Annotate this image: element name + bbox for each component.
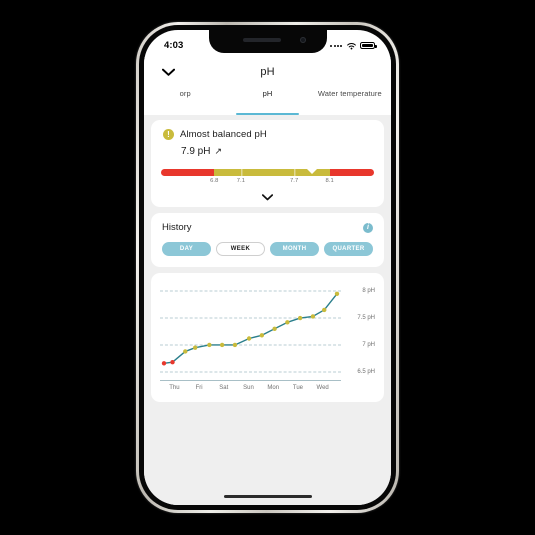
chart-data-point[interactable]	[207, 342, 212, 348]
chart-data-point[interactable]	[192, 345, 198, 350]
tab-label: Water temperature	[317, 89, 382, 98]
gauge-tick-label: 7.1	[236, 178, 246, 184]
gauge-tick-label: 7.7	[289, 178, 299, 184]
gauge-segment	[240, 169, 295, 176]
gauge-ticks: 6.8 7.1 7.7 8.1	[161, 178, 374, 190]
page-title: pH	[260, 66, 275, 78]
chart-data-point[interactable]	[272, 326, 277, 332]
status-headline: ! Almost balanced pH	[151, 129, 384, 140]
trend-up-icon: ↗	[214, 146, 223, 156]
exclamation-glyph: !	[167, 129, 170, 139]
tab-orp[interactable]: orp	[144, 87, 226, 115]
wifi-icon	[346, 42, 356, 49]
status-indicators	[330, 41, 377, 50]
chart-line	[163, 293, 338, 364]
range-pill-quarter[interactable]: QUARTER	[324, 242, 373, 256]
tab-underline	[236, 113, 299, 115]
gauge-segment	[161, 169, 215, 176]
y-axis-label: 8 pH	[362, 288, 375, 295]
battery-full-icon	[360, 41, 377, 50]
chart-data-point[interactable]	[334, 291, 340, 296]
chart-data-point[interactable]	[322, 307, 327, 313]
x-axis-label: Fri	[195, 385, 203, 391]
y-axis-label: 7.5 pH	[357, 315, 375, 322]
info-icon[interactable]: i	[363, 222, 373, 233]
gauge-pointer	[306, 169, 317, 174]
ph-value: 7.9 pH	[181, 146, 211, 157]
tab-water-temperature[interactable]: Water temperature	[309, 87, 391, 115]
x-axis-labels: Thu Fri Sat Sun Mon Tue Wed	[160, 383, 341, 396]
chart-data-point[interactable]	[161, 361, 167, 366]
phone-screen: 4:03 pH orp pH Water temperature ! Almos…	[144, 30, 391, 505]
x-axis-label: Thu	[169, 385, 180, 391]
range-pill-day[interactable]: DAY	[162, 242, 211, 256]
x-axis-line	[160, 380, 341, 381]
chart-data-point[interactable]	[219, 342, 225, 348]
expand-card-button[interactable]	[151, 190, 384, 202]
chart-plot-area	[160, 283, 341, 380]
range-pill-month[interactable]: MONTH	[270, 242, 319, 256]
chart-data-point[interactable]	[259, 333, 265, 338]
tab-label: orp	[179, 89, 191, 98]
history-card: History i DAY WEEK MONTH QUARTER	[151, 213, 384, 267]
earpiece-speaker	[242, 38, 281, 42]
notch	[208, 30, 327, 53]
ph-status-card: ! Almost balanced pH 7.9 pH ↗ 6.8 7.1 7.7 8…	[151, 120, 384, 207]
status-title: Almost balanced pH	[180, 129, 267, 140]
chart-data-point[interactable]	[183, 349, 188, 354]
chart-data-point[interactable]	[285, 320, 290, 325]
chart-data-point[interactable]	[246, 336, 252, 341]
info-glyph: i	[367, 224, 369, 231]
gauge-segment	[214, 169, 241, 176]
phone-bezel: 4:03 pH orp pH Water temperature ! Almos…	[139, 25, 396, 510]
gauge-tick-label: 8.1	[325, 178, 334, 184]
chart-data-point[interactable]	[297, 315, 303, 321]
history-title: History	[162, 222, 192, 233]
x-axis-label: Tue	[292, 385, 303, 391]
ph-history-chart[interactable]: Thu Fri Sat Sun Mon Tue Wed 8 pH 7.5 pH 7 pH 6.5 …	[160, 283, 375, 396]
y-axis-label: 7 pH	[362, 341, 375, 348]
chart-data-point[interactable]	[170, 360, 175, 365]
signal-dots-icon	[330, 44, 342, 47]
gauge-segment	[329, 169, 374, 176]
ph-gauge: 6.8 7.1 7.7 8.1	[151, 157, 384, 190]
y-axis-label: 6.5 pH	[357, 368, 375, 375]
status-time: 4:03	[164, 40, 184, 51]
x-axis-label: Wed	[316, 385, 329, 391]
gauge-tick-label: 6.8	[210, 178, 219, 184]
chart-data-point[interactable]	[232, 342, 238, 348]
range-filter-group: DAY WEEK MONTH QUARTER	[162, 242, 373, 256]
home-indicator[interactable]	[223, 494, 312, 498]
chart-svg	[161, 291, 340, 366]
exclamation-icon: !	[163, 129, 174, 140]
nav-bar: pH	[144, 57, 391, 87]
x-axis-label: Mon	[267, 385, 280, 391]
chart-data-point[interactable]	[310, 314, 316, 319]
tab-bar: orp pH Water temperature	[144, 87, 391, 115]
x-axis-label: Sun	[243, 385, 254, 391]
tab-label: pH	[262, 89, 273, 98]
range-pill-week[interactable]: WEEK	[216, 242, 265, 256]
scroll-content[interactable]: ! Almost balanced pH 7.9 pH ↗ 6.8 7.1 7.7 8…	[144, 115, 391, 505]
x-axis-label: Sat	[219, 385, 229, 391]
history-header: History i	[162, 222, 373, 233]
front-camera-icon	[299, 37, 306, 43]
phone-frame: 4:03 pH orp pH Water temperature ! Almos…	[136, 22, 399, 513]
status-value-row[interactable]: 7.9 pH ↗	[151, 140, 384, 157]
tab-ph[interactable]: pH	[226, 87, 308, 115]
gauge-bar	[161, 169, 374, 176]
history-chart-card: Thu Fri Sat Sun Mon Tue Wed 8 pH 7.5 pH 7 pH 6.5 …	[151, 273, 384, 402]
